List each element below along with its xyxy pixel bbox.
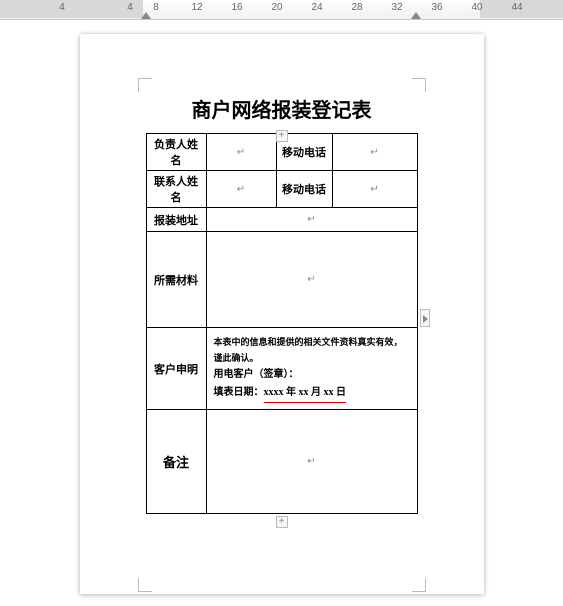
label-materials: 所需材料 — [146, 232, 206, 328]
table-row: 备注 ↵ — [146, 410, 417, 514]
ruler-label: 12 — [191, 2, 202, 13]
ruler-label: 32 — [391, 2, 402, 13]
table-row: 客户申明 本表中的信息和提供的相关文件资料真实有效，谨此确认。 用电客户（签章）… — [146, 328, 417, 410]
label-remark: 备注 — [146, 410, 206, 514]
table-row: 所需材料 ↵ — [146, 232, 417, 328]
ruler-label: 4 — [59, 2, 65, 13]
declaration-line-1: 本表中的信息和提供的相关文件资料真实有效，谨此确认。 — [214, 334, 410, 366]
table-row: 报装地址 ↵ — [146, 208, 417, 232]
declaration-line-2: 用电客户（签章）： — [214, 366, 410, 384]
word-editor-viewport: 4 4 8 12 16 20 24 28 32 36 40 44 商户网络报装登… — [0, 0, 563, 606]
label-declaration: 客户申明 — [146, 328, 206, 410]
ruler-label: 16 — [231, 2, 242, 13]
table-side-handle[interactable] — [420, 309, 430, 327]
field-responsible-name[interactable]: ↵ — [206, 134, 276, 171]
field-mobile-2[interactable]: ↵ — [332, 171, 417, 208]
ruler-label: 44 — [511, 2, 522, 13]
margin-guide-tr — [412, 78, 426, 92]
ruler-label: 4 — [127, 2, 133, 13]
registration-form-table[interactable]: 负责人姓名 ↵ 移动电话 ↵ 联系人姓名 ↵ 移动电话 ↵ 报装地址 — [146, 133, 418, 514]
declaration-date-prefix: 填表日期： — [214, 387, 264, 398]
label-contact-name: 联系人姓名 — [146, 171, 206, 208]
margin-guide-tl — [138, 78, 152, 92]
ruler-label: 24 — [311, 2, 322, 13]
indent-left-icon[interactable] — [141, 12, 151, 19]
field-declaration[interactable]: 本表中的信息和提供的相关文件资料真实有效，谨此确认。 用电客户（签章）： 填表日… — [206, 328, 417, 410]
table-add-top-button[interactable]: + — [276, 130, 288, 142]
table-row: 联系人姓名 ↵ 移动电话 ↵ — [146, 171, 417, 208]
declaration-line-3: 填表日期：xxxx 年 xx 月 xx 日 — [214, 384, 410, 403]
label-install-address: 报装地址 — [146, 208, 206, 232]
label-responsible-name: 负责人姓名 — [146, 134, 206, 171]
page-content[interactable]: 商户网络报装登记表 + 负责人姓名 ↵ — [146, 94, 418, 584]
horizontal-ruler[interactable]: 4 4 8 12 16 20 24 28 32 36 40 44 — [0, 0, 563, 20]
indent-right-icon[interactable] — [411, 12, 421, 19]
ruler-label: 20 — [271, 2, 282, 13]
document-page[interactable]: 商户网络报装登记表 + 负责人姓名 ↵ — [80, 34, 484, 594]
field-contact-name[interactable]: ↵ — [206, 171, 276, 208]
page-area: 商户网络报装登记表 + 负责人姓名 ↵ — [0, 20, 563, 606]
field-remark[interactable]: ↵ — [206, 410, 417, 514]
document-title: 商户网络报装登记表 — [146, 94, 418, 123]
table-add-bottom-button[interactable]: + — [276, 516, 288, 528]
field-install-address[interactable]: ↵ — [206, 208, 417, 232]
label-mobile-2: 移动电话 — [276, 171, 332, 208]
ruler-label: 40 — [471, 2, 482, 13]
field-materials[interactable]: ↵ — [206, 232, 417, 328]
ruler-label: 36 — [431, 2, 442, 13]
declaration-date-value: xxxx 年 xx 月 xx 日 — [264, 384, 347, 403]
ruler-label: 8 — [153, 2, 159, 13]
ruler-label: 28 — [351, 2, 362, 13]
field-mobile-1[interactable]: ↵ — [332, 134, 417, 171]
